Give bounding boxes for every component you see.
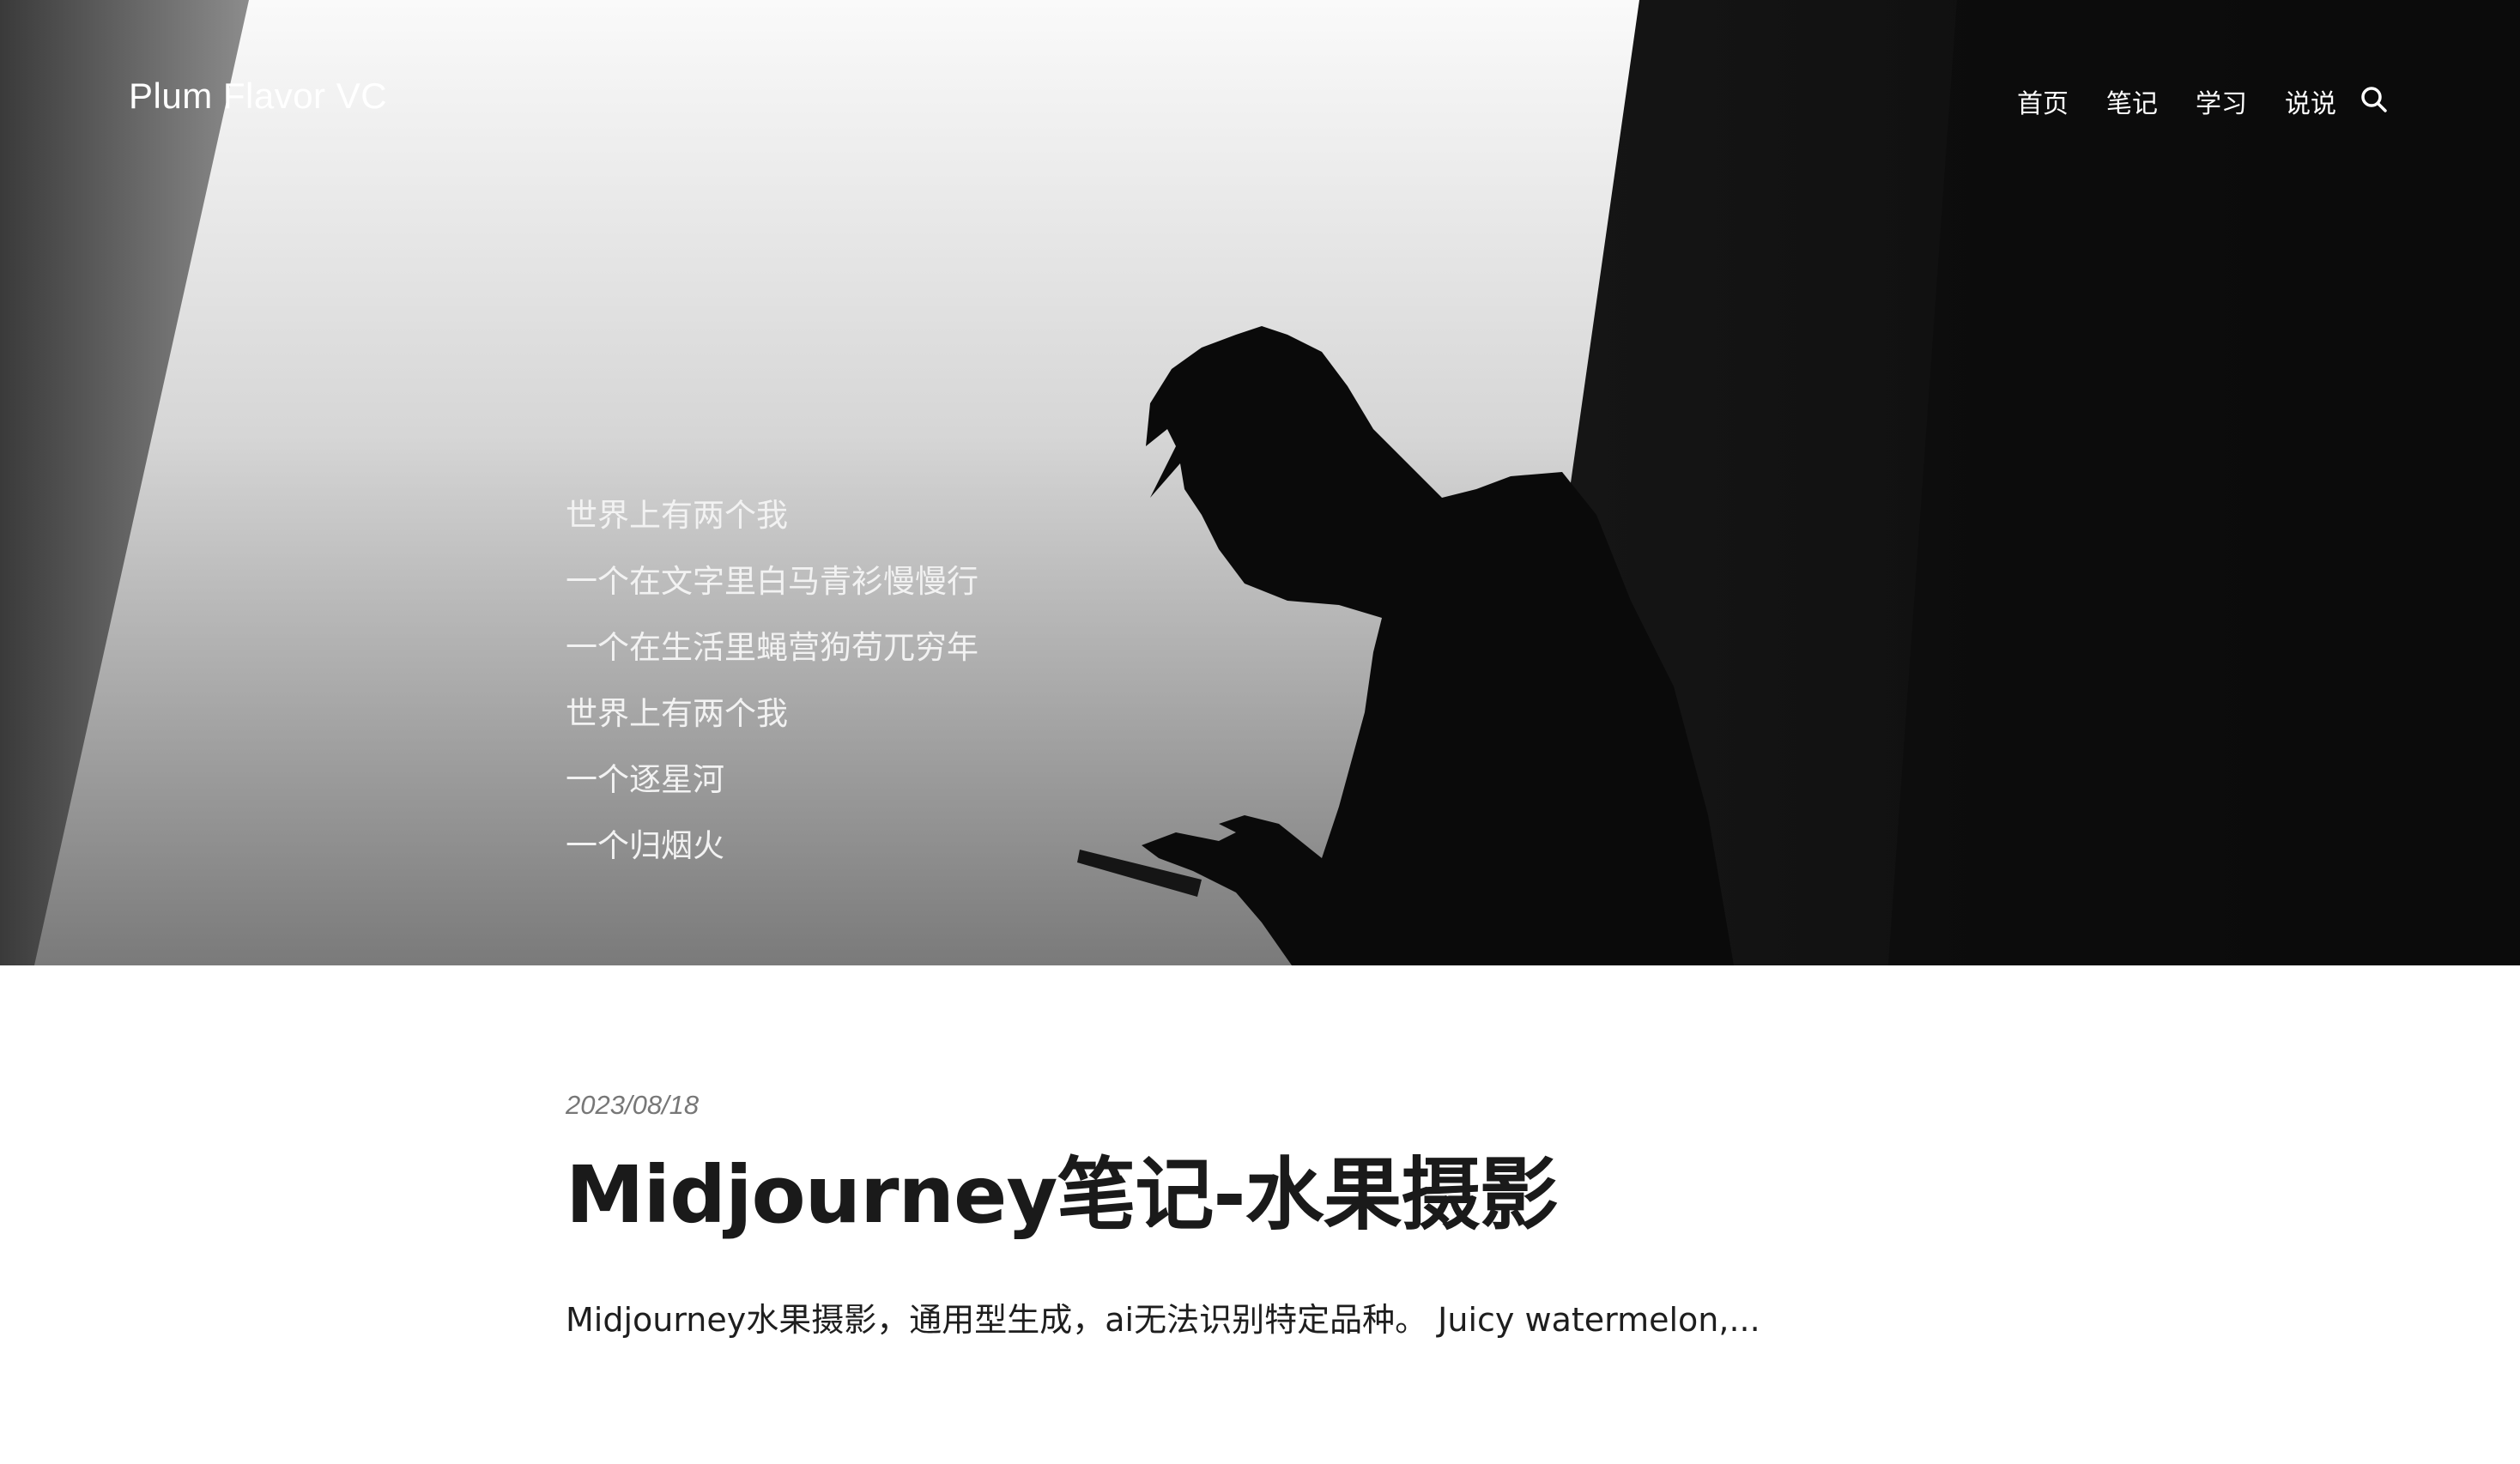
site-title[interactable]: Plum Flavor VC <box>129 76 387 117</box>
poem-line: 世界上有两个我 <box>566 695 788 732</box>
poem-line: 一个归烟火 <box>566 827 724 864</box>
nav-item-home[interactable]: 首页 <box>2017 82 2069 120</box>
main-nav: 首页 笔记 学习 说说 <box>1979 82 2336 120</box>
hero-background-image <box>0 0 2520 965</box>
nav-item-study[interactable]: 学习 <box>2196 82 2247 120</box>
post-date: 2023/08/18 <box>566 1090 700 1120</box>
nav-item-moments[interactable]: 说说 <box>2285 82 2336 120</box>
poem-line: 一个在文字里白马青衫慢慢行 <box>566 563 978 600</box>
hero-banner: Plum Flavor VC 首页 笔记 学习 说说 世界上有两个我 一个在文字… <box>0 0 2520 965</box>
hero-poem: 世界上有两个我 一个在文字里白马青衫慢慢行 一个在生活里蝇营狗苟兀穷年 世界上有… <box>566 482 978 879</box>
post-preview: 2023/08/18 Midjourney笔记-水果摄影 Midjourney水… <box>566 1090 2025 1340</box>
search-icon <box>2361 87 2387 112</box>
poem-line: 一个在生活里蝇营狗苟兀穷年 <box>566 629 978 666</box>
search-button[interactable] <box>2359 84 2390 115</box>
post-title-link[interactable]: Midjourney笔记-水果摄影 <box>566 1152 2025 1238</box>
poem-line: 一个逐星河 <box>566 761 724 798</box>
poem-line: 世界上有两个我 <box>566 497 788 534</box>
nav-item-notes[interactable]: 笔记 <box>2106 82 2158 120</box>
post-excerpt: Midjourney水果摄影，通用型生成，ai无法识别特定品种。 Juicy w… <box>566 1301 1760 1340</box>
